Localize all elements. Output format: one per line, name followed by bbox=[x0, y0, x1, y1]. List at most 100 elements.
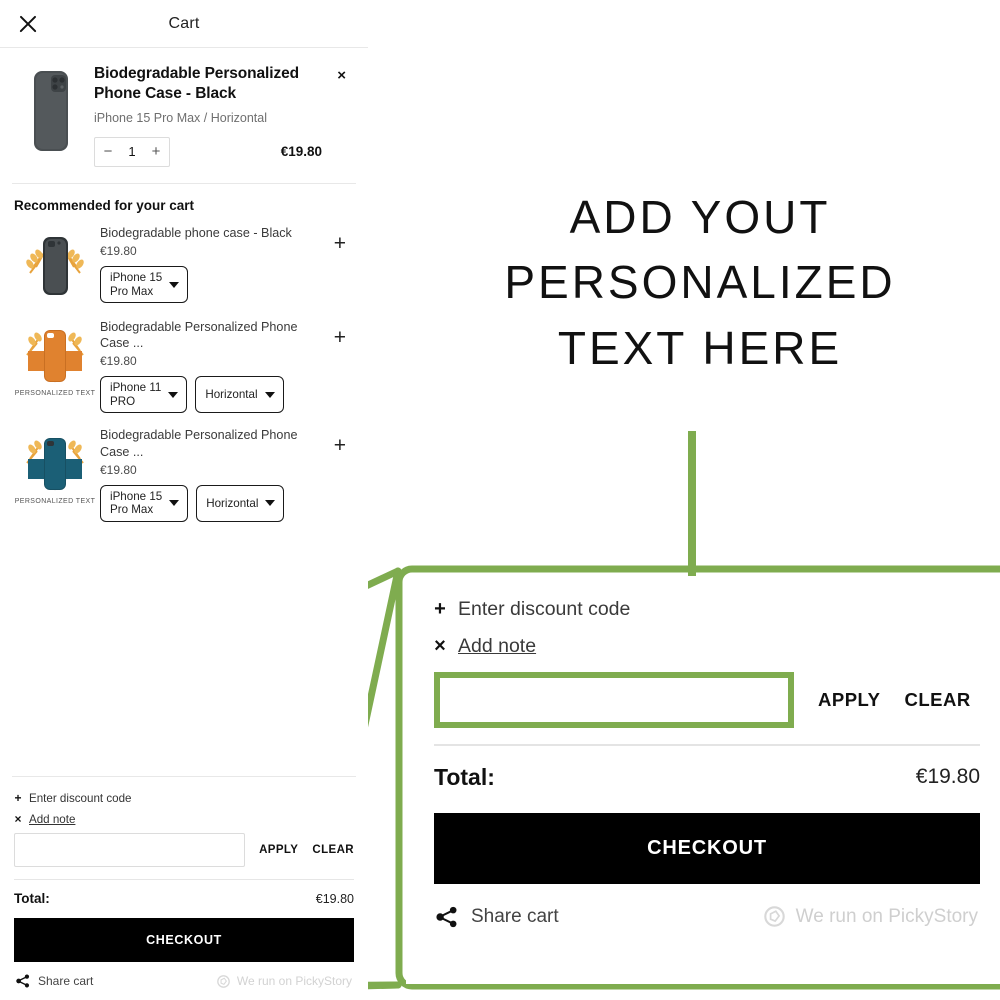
share-icon bbox=[436, 906, 457, 927]
clear-button-zoom[interactable]: CLEAR bbox=[904, 689, 970, 711]
share-cart-label-zoom: Share cart bbox=[471, 905, 559, 927]
recommendation-thumbnail: PERSONALIZED TEXT bbox=[14, 427, 96, 522]
recommendation-item: Biodegradable phone case - Black €19.80 … bbox=[0, 219, 368, 313]
divider bbox=[12, 776, 356, 777]
total-label: Total: bbox=[14, 891, 50, 906]
quantity-increase-button[interactable]: + bbox=[143, 143, 169, 160]
recommendation-item: PERSONALIZED TEXT Biodegradable Personal… bbox=[0, 313, 368, 422]
discount-code-toggle[interactable]: + Enter discount code bbox=[14, 791, 354, 805]
add-recommendation-button[interactable]: + bbox=[334, 435, 346, 456]
add-note-toggle-zoom[interactable]: × Add note bbox=[434, 635, 980, 658]
recommendation-name: Biodegradable Personalized Phone Case ..… bbox=[100, 319, 298, 351]
line-item-variant: iPhone 15 Pro Max / Horizontal bbox=[94, 110, 268, 125]
close-icon: × bbox=[434, 635, 446, 657]
line-item-title: Biodegradable Personalized Phone Case - … bbox=[94, 65, 299, 103]
pickystory-logo-icon bbox=[763, 906, 785, 927]
powered-by-label-zoom: We run on PickyStory bbox=[795, 905, 978, 927]
recommendation-thumbnail bbox=[14, 225, 96, 305]
add-note-label-zoom: Add note bbox=[458, 635, 537, 657]
cart-summary-zoom-panel: + Enter discount code × Add note APPLY C… bbox=[406, 576, 1000, 984]
variant-select-orientation-value: Horizontal bbox=[206, 496, 259, 510]
page-title: Cart bbox=[168, 14, 200, 32]
recommendation-item: PERSONALIZED TEXT Biodegradable Personal… bbox=[0, 421, 368, 530]
share-icon bbox=[16, 974, 30, 988]
discount-code-toggle-zoom[interactable]: + Enter discount code bbox=[434, 598, 980, 621]
variant-select-orientation-value: Horizontal bbox=[205, 387, 258, 401]
plus-icon: + bbox=[14, 791, 22, 805]
personalized-phone-case-image: PERSONALIZED TEXT bbox=[15, 329, 96, 397]
variant-select-orientation[interactable]: Horizontal bbox=[195, 376, 284, 414]
variant-select-orientation[interactable]: Horizontal bbox=[196, 484, 285, 523]
discount-code-label: Enter discount code bbox=[29, 791, 132, 805]
variant-select-model[interactable]: iPhone 15 Pro Max bbox=[100, 266, 189, 304]
recommendation-name: Biodegradable phone case - Black bbox=[100, 225, 292, 240]
recommendation-name: Biodegradable Personalized Phone Case ..… bbox=[100, 428, 298, 459]
chevron-down-icon bbox=[265, 500, 276, 507]
chevron-down-icon bbox=[169, 500, 180, 507]
recommendation-price: €19.80 bbox=[100, 244, 137, 259]
total-label-zoom: Total: bbox=[434, 763, 495, 790]
svg-text:PERSONALIZED TEXT: PERSONALIZED TEXT bbox=[15, 390, 96, 397]
powered-by-zoom: We run on PickyStory bbox=[763, 905, 978, 928]
pickystory-logo-icon bbox=[217, 974, 230, 988]
cart-footer-zoom: Share cart We run on PickyStory bbox=[434, 884, 980, 928]
promo-headline: ADD YOUT PERSONALIZED TEXT HERE bbox=[400, 185, 1000, 381]
total-value: €19.80 bbox=[315, 891, 354, 906]
line-item-thumbnail bbox=[14, 64, 86, 167]
variant-select-model-value: iPhone 11 PRO bbox=[110, 381, 162, 408]
powered-by: We run on PickyStory bbox=[217, 974, 352, 988]
variant-select-model-value: iPhone 15 Pro Max bbox=[110, 271, 163, 298]
phone-case-wheat-image bbox=[26, 236, 84, 295]
cart-footer: Share cart We run on PickyStory bbox=[14, 962, 354, 992]
recommendation-thumbnail: PERSONALIZED TEXT bbox=[14, 319, 96, 414]
total-value-zoom: €19.80 bbox=[915, 765, 980, 788]
add-recommendation-button[interactable]: + bbox=[334, 327, 346, 348]
cart-line-item: Biodegradable Personalized Phone Case - … bbox=[0, 48, 368, 173]
add-recommendation-button[interactable]: + bbox=[334, 233, 346, 254]
recommendation-price: €19.80 bbox=[100, 354, 137, 369]
promo-headline-line-2: PERSONALIZED bbox=[504, 256, 896, 309]
apply-button[interactable]: APPLY bbox=[259, 844, 298, 856]
note-row-zoom: APPLY CLEAR bbox=[434, 672, 980, 728]
line-item-price: €19.80 bbox=[280, 144, 322, 160]
variant-select-model-value: iPhone 15 Pro Max bbox=[110, 489, 163, 517]
chevron-down-icon bbox=[168, 391, 179, 398]
quantity-decrease-button[interactable]: − bbox=[95, 143, 121, 160]
quantity-value: 1 bbox=[128, 144, 136, 160]
variant-select-model[interactable]: iPhone 15 Pro Max bbox=[100, 484, 189, 523]
share-cart-label: Share cart bbox=[38, 974, 94, 988]
close-icon: × bbox=[14, 812, 22, 826]
total-row-zoom: Total: €19.80 bbox=[434, 746, 980, 813]
add-note-label: Add note bbox=[29, 812, 76, 826]
note-input[interactable] bbox=[14, 833, 246, 867]
cart-header: Cart bbox=[0, 0, 368, 48]
quantity-stepper[interactable]: − 1 + bbox=[94, 136, 170, 167]
add-note-toggle[interactable]: × Add note bbox=[14, 812, 354, 826]
discount-code-label-zoom: Enter discount code bbox=[458, 598, 631, 620]
chevron-down-icon bbox=[169, 281, 180, 288]
close-icon[interactable] bbox=[16, 12, 40, 36]
recommendation-price: €19.80 bbox=[100, 462, 137, 477]
checkout-button[interactable]: CHECKOUT bbox=[14, 918, 354, 962]
recommendations-heading: Recommended for your cart bbox=[14, 197, 195, 213]
personalized-phone-case-image: PERSONALIZED TEXT bbox=[15, 438, 96, 505]
plus-icon: + bbox=[434, 598, 446, 620]
share-cart-button[interactable]: Share cart bbox=[16, 974, 93, 988]
variant-select-model[interactable]: iPhone 11 PRO bbox=[100, 376, 188, 414]
share-cart-button-zoom[interactable]: Share cart bbox=[436, 906, 559, 928]
note-input-zoom[interactable] bbox=[434, 672, 794, 728]
remove-item-icon[interactable]: × bbox=[337, 68, 346, 83]
clear-button[interactable]: CLEAR bbox=[312, 844, 354, 856]
checkout-button-zoom[interactable]: CHECKOUT bbox=[434, 812, 980, 884]
powered-by-label: We run on PickyStory bbox=[236, 974, 352, 988]
cart-summary: + Enter discount code × Add note APPLY C… bbox=[0, 776, 368, 1000]
total-row: Total: €19.80 bbox=[14, 880, 354, 918]
cart-drawer: Cart Biodegradable Personalized Phone Ca… bbox=[0, 0, 368, 1000]
apply-button-zoom[interactable]: APPLY bbox=[818, 689, 880, 711]
promo-headline-line-1: ADD YOUT bbox=[569, 191, 831, 243]
promo-headline-line-3: TEXT HERE bbox=[557, 321, 843, 374]
svg-text:PERSONALIZED TEXT: PERSONALIZED TEXT bbox=[15, 498, 96, 505]
note-row: APPLY CLEAR bbox=[14, 833, 354, 867]
phone-case-image bbox=[34, 71, 68, 151]
chevron-down-icon bbox=[264, 391, 275, 398]
